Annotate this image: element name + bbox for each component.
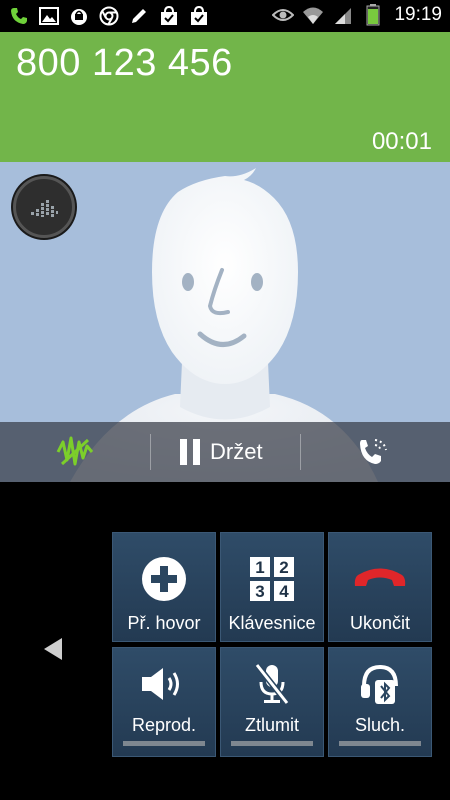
end-call-label: Ukončit	[349, 613, 411, 633]
end-call-icon	[329, 555, 431, 603]
pen-icon	[128, 5, 150, 27]
keypad-button[interactable]: 1 2 3 4 Klávesnice	[220, 532, 324, 642]
collapse-arrow-icon[interactable]	[44, 638, 62, 660]
call-header: 800 123 456 00:01	[0, 32, 450, 162]
shopping-check-icon	[158, 5, 180, 27]
add-call-button[interactable]: Př. hovor	[112, 532, 216, 642]
battery-icon	[362, 4, 384, 26]
noise-reduction-icon	[56, 436, 94, 466]
keypad-digit: 3	[255, 582, 264, 601]
status-bar: 19:19	[0, 0, 450, 32]
speaker-label: Reprod.	[131, 715, 197, 735]
hold-button[interactable]: Držet	[180, 432, 263, 472]
speaker-status-indicator	[123, 741, 205, 746]
bluetooth-headset-button[interactable]: Sluch.	[328, 647, 432, 757]
caller-number: 800 123 456	[16, 42, 233, 84]
shopping-check-icon	[188, 5, 210, 27]
extra-volume-button[interactable]	[356, 434, 392, 470]
status-time: 19:19	[394, 4, 442, 25]
call-control-bar: Držet	[0, 422, 450, 482]
keypad-label: Klávesnice	[228, 613, 316, 633]
speaker-icon	[113, 660, 215, 708]
add-call-label: Př. hovor	[127, 613, 201, 633]
bluetooth-headset-icon	[329, 660, 431, 708]
end-call-button[interactable]: Ukončit	[328, 532, 432, 642]
mute-label: Ztlumit	[245, 715, 299, 735]
notification-icons	[8, 5, 210, 27]
mute-status-indicator	[231, 741, 313, 746]
phone-icon	[8, 5, 30, 27]
equalizer-icon	[31, 200, 58, 217]
add-call-icon	[113, 555, 215, 603]
hold-label: Držet	[210, 439, 263, 464]
keypad-digit: 4	[279, 582, 289, 601]
keypad-icon: 1 2 3 4	[221, 555, 323, 603]
mute-button[interactable]: Ztlumit	[220, 647, 324, 757]
mute-icon	[221, 660, 323, 708]
system-icons: 19:19	[272, 4, 442, 26]
chrome-icon	[98, 5, 120, 27]
keypad-digit: 1	[255, 558, 264, 577]
pause-icon	[180, 439, 200, 465]
noise-reduction-button[interactable]	[56, 434, 94, 470]
divider	[150, 434, 151, 470]
signal-icon	[332, 4, 354, 26]
extra-volume-icon	[360, 439, 387, 464]
sound-equalizer-button[interactable]	[13, 176, 75, 238]
bag-icon	[68, 5, 90, 27]
bluetooth-headset-label: Sluch.	[354, 715, 406, 735]
wifi-icon	[302, 4, 324, 26]
divider	[300, 434, 301, 470]
image-icon	[38, 5, 60, 27]
eye-icon	[272, 4, 295, 26]
bluetooth-status-indicator	[339, 741, 421, 746]
speaker-button[interactable]: Reprod.	[112, 647, 216, 757]
call-timer: 00:01	[371, 128, 432, 155]
keypad-digit: 2	[279, 558, 288, 577]
